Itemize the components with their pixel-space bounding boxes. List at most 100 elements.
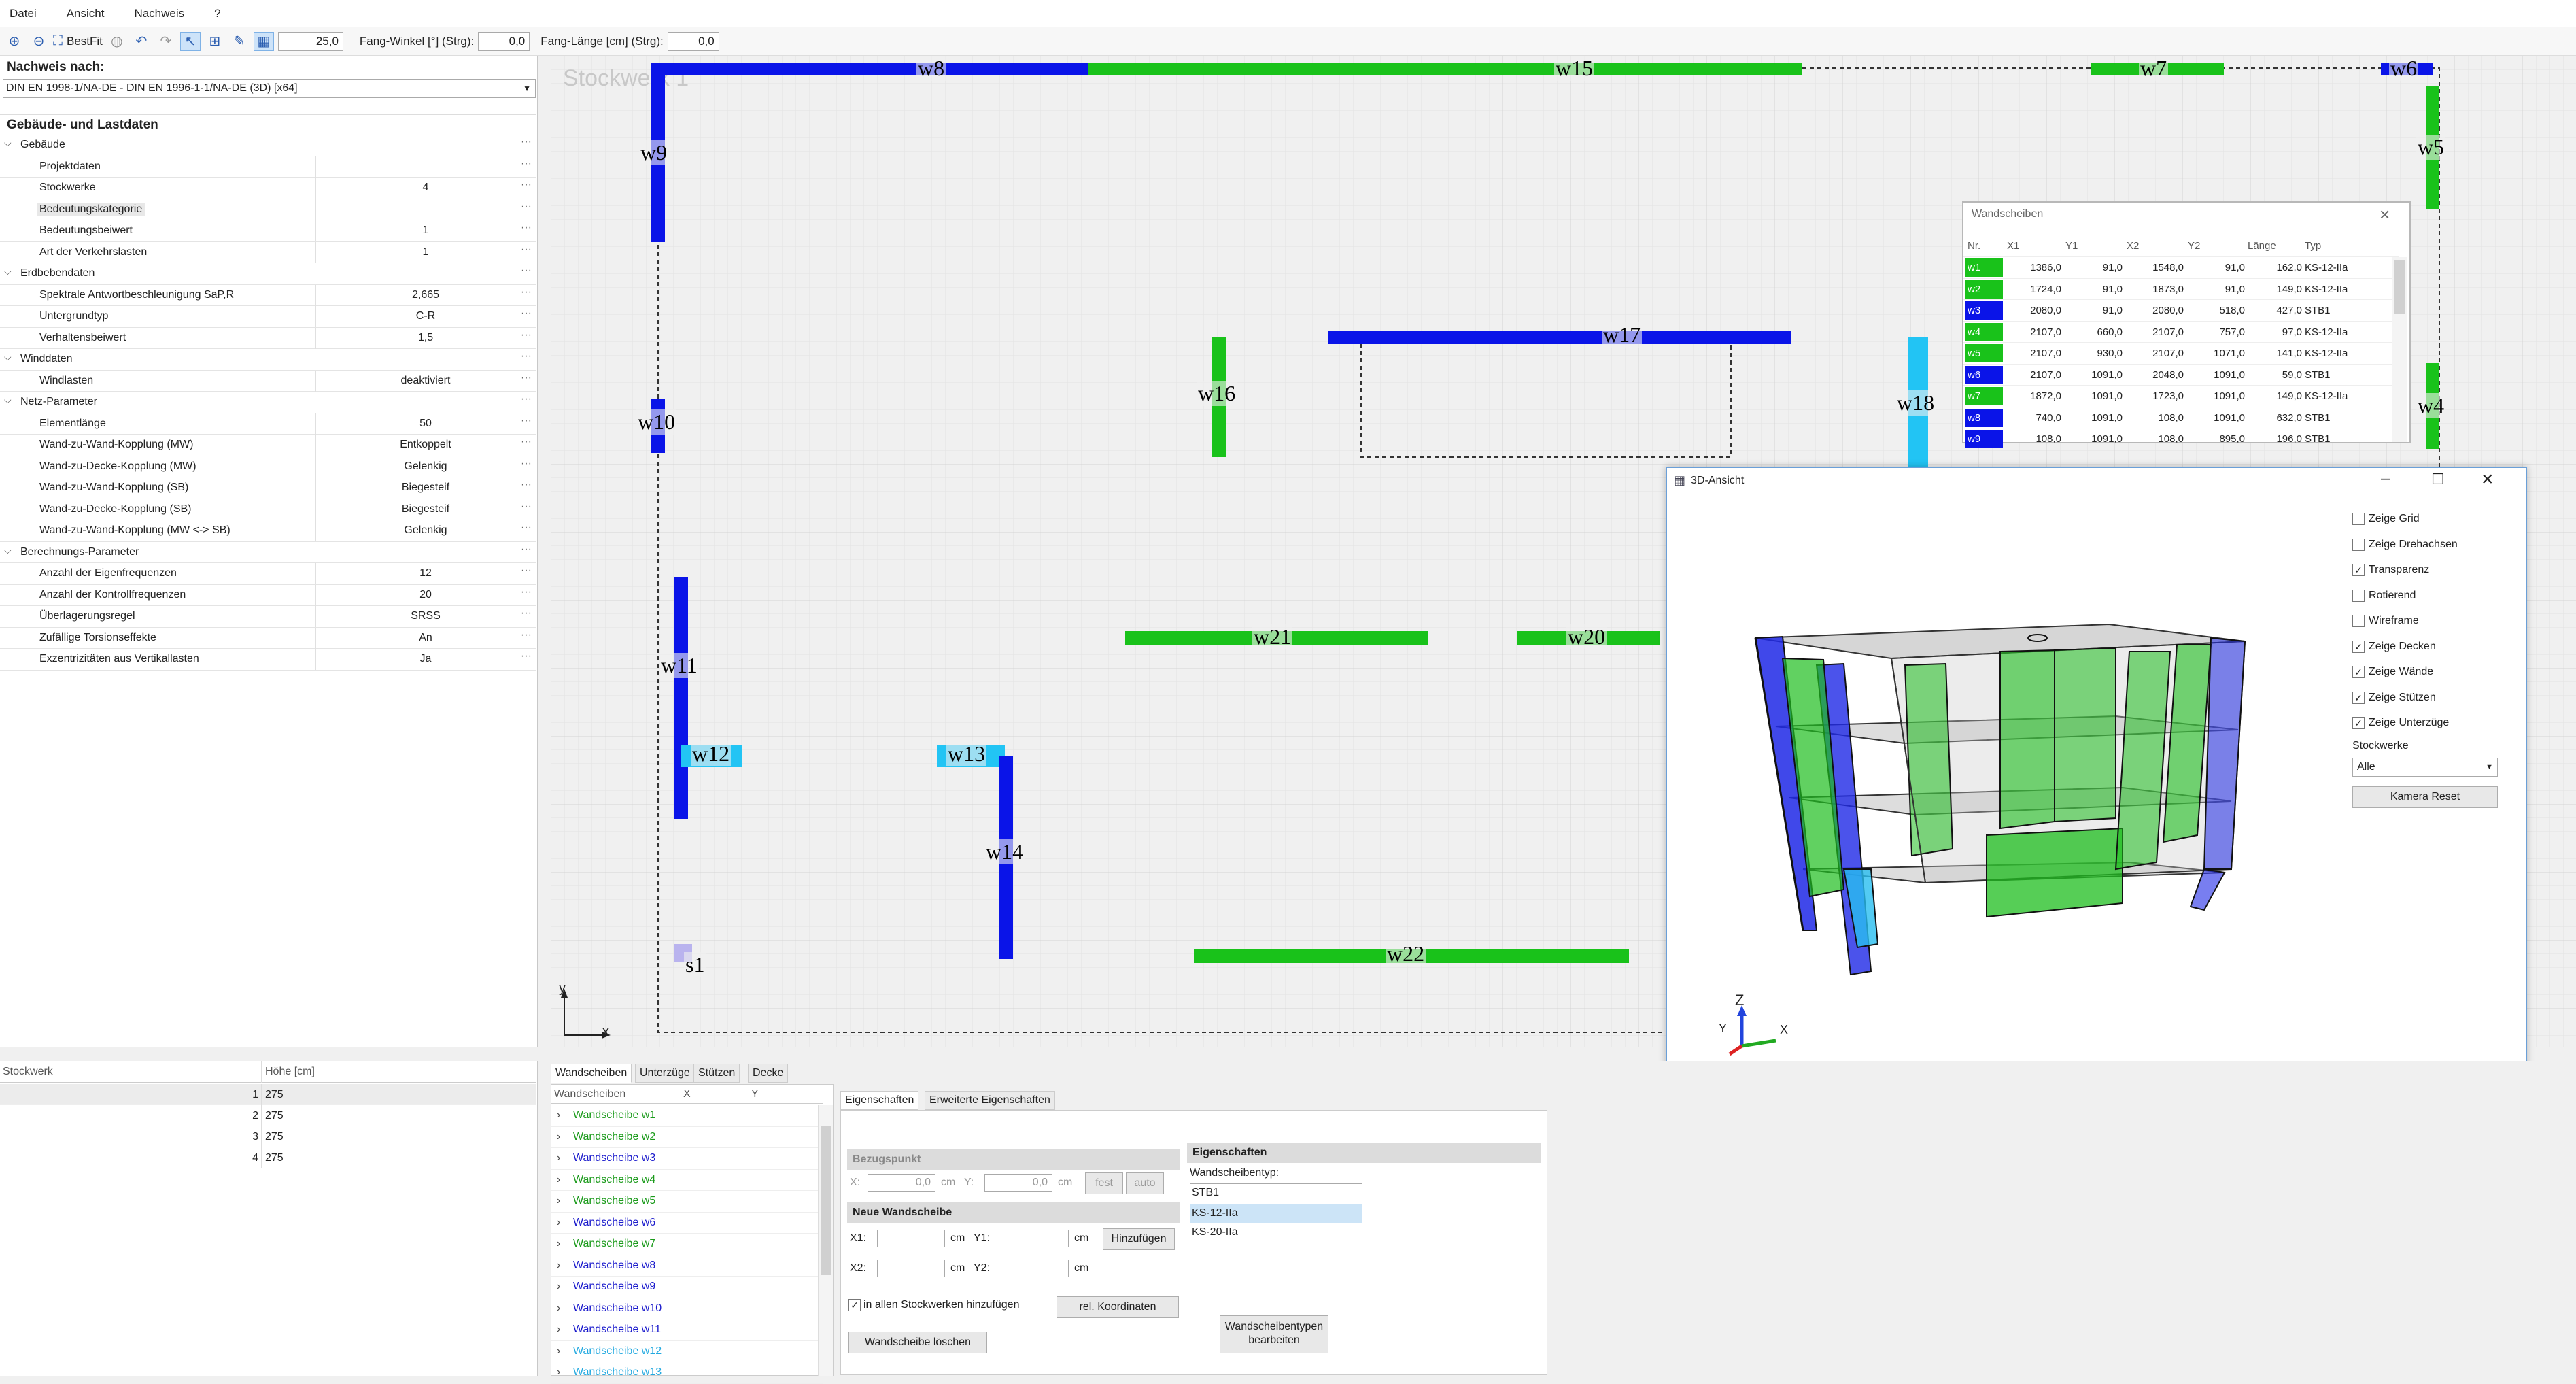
chevron-down-icon[interactable]: ⌵ <box>4 352 12 363</box>
wall-w11[interactable] <box>674 577 688 819</box>
table-row[interactable]: 2 275 <box>0 1105 536 1126</box>
property-value[interactable]: 1,5 <box>317 332 534 344</box>
property-row[interactable]: Zufällige Torsionseffekte An ··· <box>0 627 536 649</box>
property-row[interactable]: Wand-zu-Wand-Kopplung (SB) Biegesteif ··· <box>0 477 536 499</box>
option-checkbox[interactable]: Wireframe <box>2352 615 2419 627</box>
bestfit-button[interactable]: ⛶ BestFit <box>53 32 103 51</box>
wandscheibentyp-list[interactable]: STB1 KS-12-IIa KS-20-IIa <box>1190 1183 1362 1285</box>
property-row[interactable]: Wand-zu-Wand-Kopplung (MW <-> SB) Gelenki… <box>0 520 536 542</box>
table-row[interactable]: 4 275 <box>0 1147 536 1168</box>
property-row[interactable]: Bedeutungsbeiwert 1 ··· <box>0 220 536 242</box>
list-item[interactable]: › Wandscheibe w12 <box>551 1340 823 1362</box>
redo-icon[interactable]: ↷ <box>156 32 176 51</box>
property-value[interactable]: Biegesteif <box>317 503 534 516</box>
bezug-y-field[interactable]: 0,0 <box>984 1174 1052 1192</box>
property-category[interactable]: ⌵ Berechnungs-Parameter ··· <box>0 542 536 563</box>
wall-w17[interactable] <box>1328 331 1791 344</box>
property-row[interactable]: Windlasten deaktiviert ··· <box>0 370 536 392</box>
property-row[interactable]: Art der Verkehrslasten 1 ··· <box>0 241 536 263</box>
table-row[interactable]: 3 275 <box>0 1126 536 1147</box>
x1-field[interactable] <box>877 1230 945 1247</box>
list-item[interactable]: › Wandscheibe w9 <box>551 1277 823 1298</box>
list-item[interactable]: › Wandscheibe w13 <box>551 1362 823 1384</box>
more-icon[interactable]: ··· <box>521 243 532 256</box>
zoom-out-icon[interactable]: ⊖ <box>29 32 49 51</box>
zoom-value-field[interactable]: 25,0 <box>277 31 343 51</box>
property-row[interactable]: Überlagerungsregel SRSS ··· <box>0 606 536 628</box>
chevron-right-icon[interactable]: › <box>557 1281 560 1293</box>
more-icon[interactable]: ··· <box>521 607 532 620</box>
more-icon[interactable]: ··· <box>521 393 532 405</box>
pencil-icon[interactable]: ✎ <box>229 32 250 51</box>
property-value[interactable]: 1 <box>317 224 534 237</box>
list-item[interactable]: › Wandscheibe w5 <box>551 1191 823 1213</box>
chevron-right-icon[interactable]: › <box>557 1238 560 1250</box>
property-value[interactable]: C-R <box>317 310 534 322</box>
x2-field[interactable] <box>877 1260 945 1277</box>
storey-height[interactable]: 275 <box>265 1152 284 1164</box>
property-value[interactable]: deaktiviert <box>317 375 534 387</box>
table-row[interactable]: 1 275 <box>0 1084 536 1105</box>
more-icon[interactable]: ··· <box>521 458 532 470</box>
storey-height[interactable]: 275 <box>265 1131 284 1143</box>
option-checkbox[interactable]: ✓ Zeige Wände <box>2352 666 2433 678</box>
close-icon[interactable]: × <box>2380 204 2390 225</box>
property-row[interactable]: Exzentrizitäten aus Vertikallasten Ja ··· <box>0 649 536 671</box>
property-value[interactable]: Ja <box>317 653 534 665</box>
menu-nachweis[interactable]: Nachweis <box>134 7 184 20</box>
property-value[interactable]: SRSS <box>317 610 534 622</box>
property-row[interactable]: Bedeutungskategorie ··· <box>0 199 536 220</box>
table-row[interactable]: w3 2080,0 91,0 2080,0 518,0 427,0 STB1 <box>1963 300 2399 322</box>
table-row[interactable]: w1 1386,0 91,0 1548,0 91,0 162,0 KS-12-IIa <box>1963 257 2399 279</box>
property-value[interactable]: 50 <box>317 418 534 430</box>
more-icon[interactable]: ··· <box>521 543 532 556</box>
wall-w15[interactable] <box>1088 63 1802 75</box>
table-row[interactable]: w6 2107,0 1091,0 2048,0 1091,0 59,0 STB1 <box>1963 365 2399 386</box>
property-value[interactable]: 1 <box>317 246 534 258</box>
table-row[interactable]: w9 108,0 1091,0 108,0 895,0 196,0 STB1 <box>1963 428 2399 450</box>
hinzufuegen-button[interactable]: Hinzufügen <box>1103 1228 1175 1250</box>
property-category[interactable]: ⌵ Gebäude ··· <box>0 135 536 156</box>
property-row[interactable]: Wand-zu-Wand-Kopplung (MW) Entkoppelt ··· <box>0 435 536 456</box>
chevron-right-icon[interactable]: › <box>557 1195 560 1207</box>
property-category[interactable]: ⌵ Netz-Parameter ··· <box>0 392 536 413</box>
undo-icon[interactable]: ↶ <box>131 32 152 51</box>
chevron-right-icon[interactable]: › <box>557 1366 560 1379</box>
y1-field[interactable] <box>1001 1230 1069 1247</box>
stockwerke-select[interactable]: Alle ▼ <box>2352 758 2498 777</box>
property-row[interactable]: Stockwerke 4 ··· <box>0 178 536 199</box>
chevron-right-icon[interactable]: › <box>557 1260 560 1272</box>
tab-eigenschaften[interactable]: Eigenschaften <box>840 1091 919 1110</box>
property-value[interactable]: 12 <box>317 567 534 579</box>
zoom-in-icon[interactable]: ⊕ <box>4 32 24 51</box>
property-row[interactable]: Wand-zu-Decke-Kopplung (MW) Gelenkig ··· <box>0 456 536 477</box>
property-value[interactable]: 4 <box>317 182 534 194</box>
property-value[interactable]: Gelenkig <box>317 460 534 473</box>
wandscheibe-loeschen-button[interactable]: Wandscheibe löschen <box>848 1332 987 1353</box>
option-checkbox[interactable]: Zeige Drehachsen <box>2352 538 2458 551</box>
property-row[interactable]: Anzahl der Kontrollfrequenzen 20 ··· <box>0 584 536 606</box>
building-3d-model[interactable] <box>1735 550 2320 1026</box>
property-category[interactable]: ⌵ Erdbebendaten ··· <box>0 263 536 285</box>
option-checkbox[interactable]: ✓ Transparenz <box>2352 564 2429 576</box>
fang-laenge-field[interactable]: 0,0 <box>667 31 719 51</box>
wall-w8[interactable] <box>653 63 1088 75</box>
option-checkbox[interactable]: ✓ Zeige Stützen <box>2352 691 2436 704</box>
option-checkbox[interactable]: Zeige Grid <box>2352 513 2420 525</box>
chevron-down-icon[interactable]: ⌵ <box>4 137 12 149</box>
chevron-down-icon[interactable]: ⌵ <box>4 545 12 556</box>
auto-button[interactable]: auto <box>1126 1172 1164 1194</box>
list-item[interactable]: › Wandscheibe w4 <box>551 1169 823 1191</box>
table-row[interactable]: w8 740,0 1091,0 108,0 1091,0 632,0 STB1 <box>1963 407 2399 428</box>
grid-toggle-icon[interactable]: ▦ <box>253 31 274 51</box>
more-icon[interactable]: ··· <box>521 307 532 320</box>
typen-bearbeiten-button[interactable]: Wandscheibentypen bearbeiten <box>1220 1315 1328 1353</box>
minimize-icon[interactable]: – <box>2381 469 2390 488</box>
more-icon[interactable]: ··· <box>521 629 532 641</box>
menu-ansicht[interactable]: Ansicht <box>67 7 105 20</box>
table-row[interactable]: w5 2107,0 930,0 2107,0 1071,0 141,0 KS-12-IIa <box>1963 343 2399 365</box>
property-value[interactable]: 2,665 <box>317 289 534 301</box>
list-item[interactable]: › Wandscheibe w8 <box>551 1255 823 1277</box>
storey-height[interactable]: 275 <box>265 1089 284 1101</box>
typ-item[interactable]: STB1 <box>1192 1187 1219 1199</box>
